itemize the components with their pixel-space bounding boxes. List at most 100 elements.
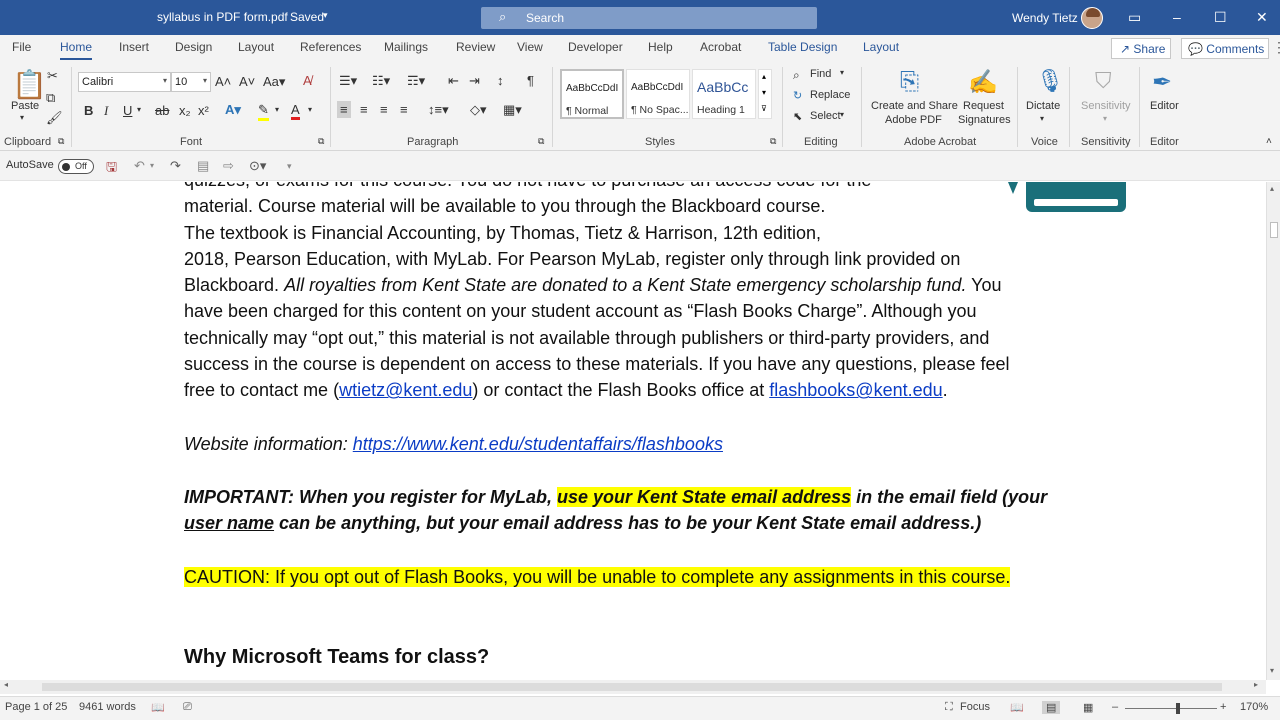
document-body[interactable]: quizzes, or exams for this course. You d… (184, 182, 1084, 670)
undo-icon[interactable]: ↶ (134, 158, 145, 174)
zoom-slider-knob[interactable] (1176, 703, 1180, 714)
tab-file[interactable]: File (12, 40, 31, 54)
website-link[interactable]: https://www.kent.edu/studentaffairs/flas… (353, 434, 723, 454)
zoom-in-icon[interactable]: + (1220, 701, 1226, 713)
line-spacing-icon[interactable]: ↕≡▾ (428, 102, 449, 118)
vertical-scrollbar[interactable]: ▴ ▾ (1266, 182, 1280, 680)
redo-icon[interactable]: ↷ (170, 158, 181, 174)
scroll-thumb[interactable] (1270, 222, 1278, 238)
strikethrough-icon[interactable]: ab (155, 103, 169, 118)
zoom-slider[interactable] (1125, 708, 1217, 709)
create-share-label-1[interactable]: Create and Share (871, 100, 958, 112)
horizontal-scrollbar[interactable]: ◂ ▸ (0, 680, 1266, 694)
share-button[interactable]: ↗ Share (1111, 38, 1171, 59)
font-color-icon[interactable]: A (291, 102, 300, 120)
request-label-1[interactable]: Request (963, 100, 1004, 112)
text-effects-icon[interactable]: A▾ (225, 102, 241, 118)
chevron-down-icon[interactable]: ▾ (1103, 114, 1107, 123)
style-heading-1[interactable]: AaBbCc Heading 1 (692, 69, 756, 119)
tab-view[interactable]: View (517, 40, 543, 54)
clipboard-launcher-icon[interactable]: ⧉ (58, 136, 64, 147)
create-pdf-icon[interactable]: ⎘ (900, 68, 919, 96)
collapse-ribbon-icon[interactable]: ˄ (1266, 136, 1272, 147)
scroll-right-icon[interactable]: ▸ (1254, 680, 1258, 689)
print-preview-icon[interactable]: ▤ (197, 158, 209, 174)
sensitivity-button[interactable]: Sensitivity (1081, 100, 1131, 112)
format-painter-icon[interactable]: 🖌 (46, 110, 63, 126)
chevron-down-icon[interactable]: ▾ (1040, 114, 1044, 123)
focus-icon[interactable]: ⛶ (945, 701, 953, 714)
more-styles-icon[interactable]: ⊽ (761, 104, 767, 113)
scroll-left-icon[interactable]: ◂ (4, 680, 8, 689)
email-link-instructor[interactable]: wtietz@kent.edu (339, 380, 472, 400)
styles-scroll[interactable]: ▴ ▾ ⊽ (758, 69, 772, 119)
italic-icon[interactable]: I (104, 103, 108, 119)
ribbon-display-icon[interactable]: ▭ (1128, 9, 1141, 26)
word-count[interactable]: 9461 words (79, 701, 136, 713)
shading-icon[interactable]: ◇▾ (470, 102, 487, 118)
editor-icon[interactable]: ✒ (1152, 68, 1172, 97)
comments-button[interactable]: 💬 Comments (1181, 38, 1269, 59)
paste-button[interactable]: Paste (11, 100, 39, 112)
tab-references[interactable]: References (300, 40, 361, 54)
paragraph-launcher-icon[interactable]: ⧉ (538, 136, 544, 147)
customize-qat-icon[interactable]: ▾ (287, 161, 292, 172)
zoom-out-icon[interactable]: – (1112, 701, 1118, 713)
chevron-down-icon[interactable]: ▾ (275, 105, 279, 114)
paste-icon[interactable]: 📋 (12, 68, 47, 101)
request-label-2[interactable]: Signatures (958, 114, 1011, 126)
tab-table-layout[interactable]: Layout (863, 40, 899, 54)
bullets-icon[interactable]: ☰▾ (339, 73, 357, 89)
align-left-icon[interactable]: ≡ (337, 101, 351, 118)
avatar[interactable] (1081, 7, 1103, 29)
grow-font-icon[interactable]: A˄ (215, 74, 231, 89)
scroll-down-icon[interactable]: ▾ (1270, 666, 1274, 675)
borders-icon[interactable]: ▦▾ (503, 102, 522, 118)
document-title[interactable]: syllabus in PDF form.pdf (157, 10, 288, 24)
read-mode-icon[interactable]: 📖 (1010, 701, 1024, 714)
superscript-icon[interactable]: x² (198, 103, 209, 118)
tab-mailings[interactable]: Mailings (384, 40, 428, 54)
editor-button[interactable]: Editor (1150, 100, 1179, 112)
paste-dropdown-icon[interactable]: ▾ (20, 113, 24, 122)
save-icon[interactable]: 🖫 (106, 158, 117, 180)
email-link-flashbooks[interactable]: flashbooks@kent.edu (769, 380, 942, 400)
create-share-label-2[interactable]: Adobe PDF (885, 114, 942, 126)
bold-icon[interactable]: B (84, 103, 93, 118)
web-layout-icon[interactable]: ▦ (1083, 701, 1093, 714)
more-icon[interactable]: ⋮ (1272, 39, 1280, 56)
show-formatting-icon[interactable]: ¶ (527, 73, 534, 88)
cut-icon[interactable]: ✂ (47, 68, 58, 84)
save-status[interactable]: Saved (290, 10, 324, 24)
maximize-icon[interactable]: ☐ (1214, 9, 1227, 26)
tab-insert[interactable]: Insert (119, 40, 149, 54)
chevron-down-icon[interactable]: ▾ (137, 105, 141, 114)
tab-table-design[interactable]: Table Design (768, 40, 837, 54)
align-center-icon[interactable]: ≡ (360, 102, 368, 117)
dictate-button[interactable]: Dictate (1026, 100, 1060, 112)
proofing-icon[interactable]: 📖 (151, 701, 165, 714)
style-no-spacing[interactable]: AaBbCcDdI ¶ No Spac... (626, 69, 690, 119)
underline-icon[interactable]: U (123, 103, 132, 118)
autosave-toggle[interactable]: Off (58, 159, 94, 174)
scroll-thumb[interactable] (42, 683, 1222, 691)
clear-formatting-icon[interactable]: A̸ (303, 73, 312, 88)
tab-acrobat[interactable]: Acrobat (700, 40, 741, 54)
increase-indent-icon[interactable]: ⇥ (469, 73, 480, 89)
align-right-icon[interactable]: ≡ (380, 102, 388, 117)
tab-design[interactable]: Design (175, 40, 212, 54)
chevron-down-icon[interactable]: ▾ (323, 10, 328, 21)
font-launcher-icon[interactable]: ⧉ (318, 136, 324, 147)
touch-mode-icon[interactable]: ⊙▾ (249, 158, 266, 174)
font-name-box[interactable]: Calibri ▾ (78, 72, 171, 92)
chevron-down-icon[interactable]: ▾ (762, 88, 766, 97)
tab-help[interactable]: Help (648, 40, 673, 54)
page-count[interactable]: Page 1 of 25 (5, 701, 67, 713)
chevron-down-icon[interactable]: ▾ (150, 161, 154, 170)
font-size-box[interactable]: 10 ▾ (171, 72, 211, 92)
subscript-icon[interactable]: x₂ (179, 103, 191, 118)
tab-developer[interactable]: Developer (568, 40, 623, 54)
document-canvas[interactable]: quizzes, or exams for this course. You d… (0, 182, 1266, 680)
styles-launcher-icon[interactable]: ⧉ (770, 136, 776, 147)
change-case-icon[interactable]: Aa▾ (263, 74, 285, 90)
